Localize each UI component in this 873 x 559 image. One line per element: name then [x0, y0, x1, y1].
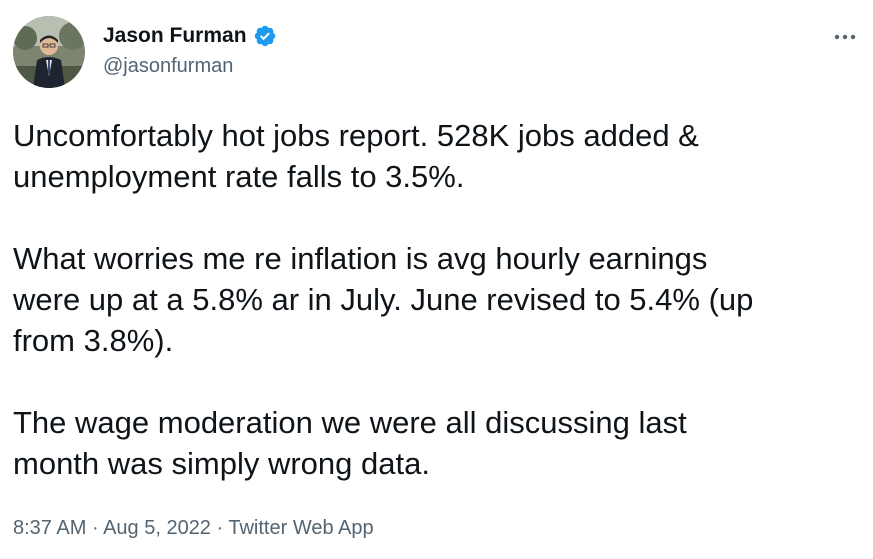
- author-name-row: Jason Furman: [103, 23, 277, 49]
- tweet-date[interactable]: Aug 5, 2022: [103, 517, 211, 539]
- author-display-name[interactable]: Jason Furman: [103, 23, 247, 49]
- meta-separator: ·: [86, 517, 104, 539]
- tweet-time[interactable]: 8:37 AM: [13, 517, 86, 539]
- avatar-image: [13, 16, 85, 88]
- tweet-paragraph: Uncomfortably hot jobs report. 528K jobs…: [13, 118, 699, 194]
- tweet-metadata: 8:37 AM · Aug 5, 2022 · Twitter Web App: [13, 515, 374, 541]
- more-options-button[interactable]: [829, 20, 861, 52]
- tweet-paragraph: What worries me re inflation is avg hour…: [13, 241, 754, 358]
- author-handle[interactable]: @jasonfurman: [103, 54, 233, 78]
- more-options-icon: [834, 27, 856, 45]
- avatar[interactable]: [13, 16, 85, 88]
- tweet-source[interactable]: Twitter Web App: [228, 517, 373, 539]
- tweet-text: Uncomfortably hot jobs report. 528K jobs…: [13, 115, 858, 484]
- tweet-card: Jason Furman @jasonfurman Uncomfortably …: [0, 0, 873, 559]
- verified-badge-icon: [253, 24, 277, 48]
- meta-separator: ·: [210, 517, 229, 539]
- tweet-paragraph: The wage moderation we were all discussi…: [13, 405, 687, 481]
